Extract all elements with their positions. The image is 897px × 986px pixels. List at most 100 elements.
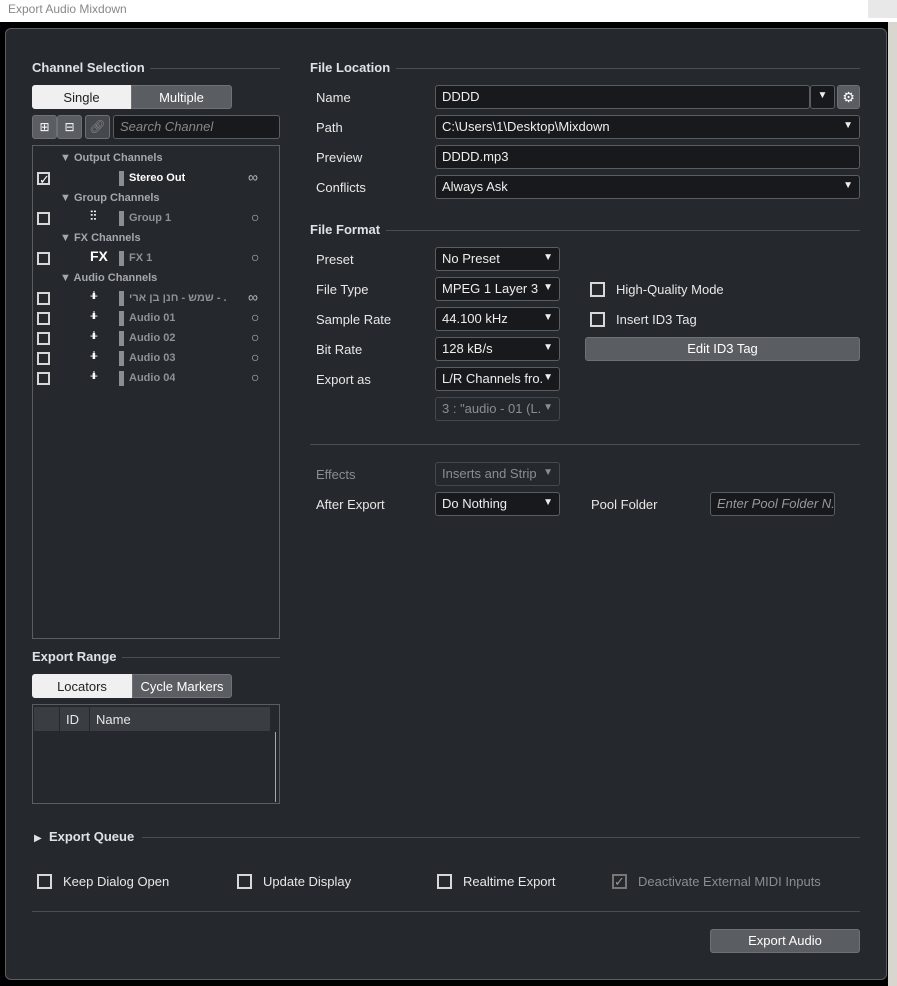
channel-checkbox[interactable]	[37, 172, 50, 185]
column-name[interactable]: Name	[96, 712, 131, 727]
edit-id3-button[interactable]: Edit ID3 Tag	[585, 337, 860, 361]
conflicts-select[interactable]: Always Ask ▼	[435, 175, 860, 199]
file-location-title: File Location	[310, 60, 391, 75]
channel-name[interactable]: שמש - חנן בן ארי - .	[129, 292, 227, 304]
collapse-all-icon[interactable]: ⊟	[57, 115, 82, 139]
chevron-down-icon: ▼	[543, 252, 553, 263]
deactivate-midi-label: Deactivate External MIDI Inputs	[638, 874, 821, 889]
deactivate-midi-checkbox[interactable]	[612, 874, 627, 889]
bit-rate-select[interactable]: 128 kB/s ▼	[435, 337, 560, 361]
channel-name[interactable]: Group 1	[129, 212, 171, 224]
divider	[122, 657, 280, 658]
waveform-icon: -ılı-	[90, 310, 98, 322]
channel-name[interactable]: Audio 01	[129, 312, 175, 324]
path-label: Path	[316, 120, 343, 135]
channel-color-bar	[119, 331, 124, 346]
scrollbar[interactable]	[275, 732, 276, 802]
chevron-down-icon: ▼	[843, 180, 853, 191]
channel-color-bar	[119, 351, 124, 366]
export-sub-select[interactable]: 3 : "audio - 01 (L. ▼	[435, 397, 560, 421]
mono-icon: ○	[251, 369, 260, 385]
name-input[interactable]: DDDD	[435, 85, 810, 109]
channel-name[interactable]: FX 1	[129, 252, 152, 264]
file-type-select[interactable]: MPEG 1 Layer 3 ▼	[435, 277, 560, 301]
chevron-down-icon: ▼	[543, 282, 553, 293]
chevron-down-icon: ▼	[843, 120, 853, 131]
name-dropdown-icon[interactable]: ▼	[810, 85, 835, 109]
realtime-export-checkbox[interactable]	[437, 874, 452, 889]
mono-icon: ○	[251, 349, 260, 365]
realtime-export-label: Realtime Export	[463, 874, 556, 889]
group-label: Audio Channels	[73, 272, 158, 284]
channel-name[interactable]: Audio 04	[129, 372, 175, 384]
caret-down-icon: ▼	[60, 192, 71, 204]
path-select[interactable]: C:\Users\1\Desktop\Mixdown ▼	[435, 115, 860, 139]
background-window	[888, 22, 897, 986]
waveform-icon: -ılı-	[90, 290, 98, 302]
group-header-1[interactable]: ▼ Group Channels	[60, 192, 160, 204]
channel-color-bar	[119, 211, 124, 226]
channel-checkbox[interactable]	[37, 352, 50, 365]
mono-icon: ○	[251, 309, 260, 325]
export-queue-toggle[interactable]: ▶ Export Queue	[34, 829, 134, 844]
channel-name[interactable]: Stereo Out	[129, 172, 185, 184]
channel-checkbox[interactable]	[37, 372, 50, 385]
chevron-down-icon: ▼	[543, 342, 553, 353]
preset-label: Preset	[316, 252, 354, 267]
group-header-2[interactable]: ▼ FX Channels	[60, 232, 141, 244]
expand-all-icon[interactable]: ⊞	[32, 115, 57, 139]
sample-rate-select[interactable]: 44.100 kHz ▼	[435, 307, 560, 331]
waveform-icon: -ılı-	[90, 370, 98, 382]
after-export-select[interactable]: Do Nothing ▼	[435, 492, 560, 516]
channel-name[interactable]: Audio 02	[129, 332, 175, 344]
export-as-value: L/R Channels fro.	[442, 371, 544, 386]
link-icon[interactable]: 🔗︎	[85, 115, 110, 139]
file-format-title: File Format	[310, 222, 381, 237]
range-locators-button[interactable]: Locators	[32, 674, 132, 698]
keep-dialog-open-checkbox[interactable]	[37, 874, 52, 889]
group-header-3[interactable]: ▼ Audio Channels	[60, 272, 157, 284]
caret-right-icon: ▶	[34, 833, 42, 844]
high-quality-checkbox[interactable]	[590, 282, 605, 297]
bit-rate-value: 128 kB/s	[442, 341, 493, 356]
group-label: Group Channels	[73, 192, 160, 204]
preview-field: DDDD.mp3	[435, 145, 860, 169]
pool-folder-input[interactable]: Enter Pool Folder N.	[710, 492, 835, 516]
effects-select[interactable]: Inserts and Strip ▼	[435, 462, 560, 486]
column-id[interactable]: ID	[66, 712, 79, 727]
search-channel-input[interactable]: Search Channel	[113, 115, 280, 139]
channel-checkbox[interactable]	[37, 212, 50, 225]
after-export-label: After Export	[316, 497, 385, 512]
export-audio-button[interactable]: Export Audio	[710, 929, 860, 953]
export-as-select[interactable]: L/R Channels fro. ▼	[435, 367, 560, 391]
window-controls[interactable]	[868, 0, 897, 18]
mode-multiple-button[interactable]: Multiple	[131, 85, 232, 109]
group-label: FX Channels	[73, 232, 141, 244]
range-cycle-markers-button[interactable]: Cycle Markers	[132, 674, 232, 698]
update-display-checkbox[interactable]	[237, 874, 252, 889]
chevron-down-icon: ▼	[543, 312, 553, 323]
preview-label: Preview	[316, 150, 363, 165]
name-label: Name	[316, 90, 351, 105]
insert-id3-checkbox[interactable]	[590, 312, 605, 327]
group-header-0[interactable]: ▼ Output Channels	[60, 152, 163, 164]
channel-checkbox[interactable]	[37, 332, 50, 345]
stereo-icon: ∞	[248, 289, 258, 305]
file-type-label: File Type	[316, 282, 369, 297]
mode-single-button[interactable]: Single	[32, 85, 131, 109]
gear-icon[interactable]: ⚙	[837, 85, 860, 109]
channel-name[interactable]: Audio 03	[129, 352, 175, 364]
effects-label: Effects	[316, 467, 356, 482]
caret-down-icon: ▼	[60, 152, 71, 164]
channel-checkbox[interactable]	[37, 292, 50, 305]
path-value: C:\Users\1\Desktop\Mixdown	[442, 119, 610, 134]
channel-checkbox[interactable]	[37, 312, 50, 325]
mono-icon: ○	[251, 209, 260, 225]
group-icon: ⫶⫶	[90, 208, 97, 223]
keep-dialog-open-label: Keep Dialog Open	[63, 874, 170, 889]
preset-select[interactable]: No Preset ▼	[435, 247, 560, 271]
sample-rate-value: 44.100 kHz	[442, 311, 508, 326]
mono-icon: ○	[251, 249, 260, 265]
effects-value: Inserts and Strip	[442, 466, 537, 481]
channel-checkbox[interactable]	[37, 252, 50, 265]
